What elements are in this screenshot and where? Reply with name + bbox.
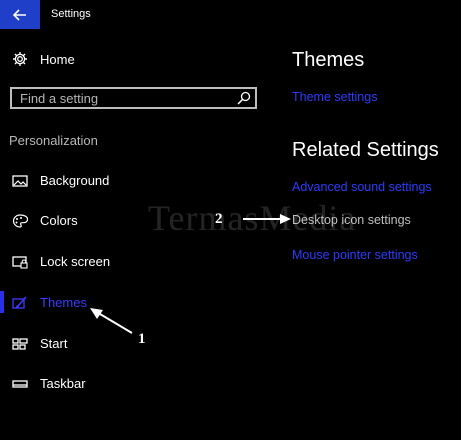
annotation-step-1: 1 xyxy=(138,331,146,347)
annotation-step-2: 2 xyxy=(215,211,223,227)
annotation-arrows xyxy=(90,214,291,334)
